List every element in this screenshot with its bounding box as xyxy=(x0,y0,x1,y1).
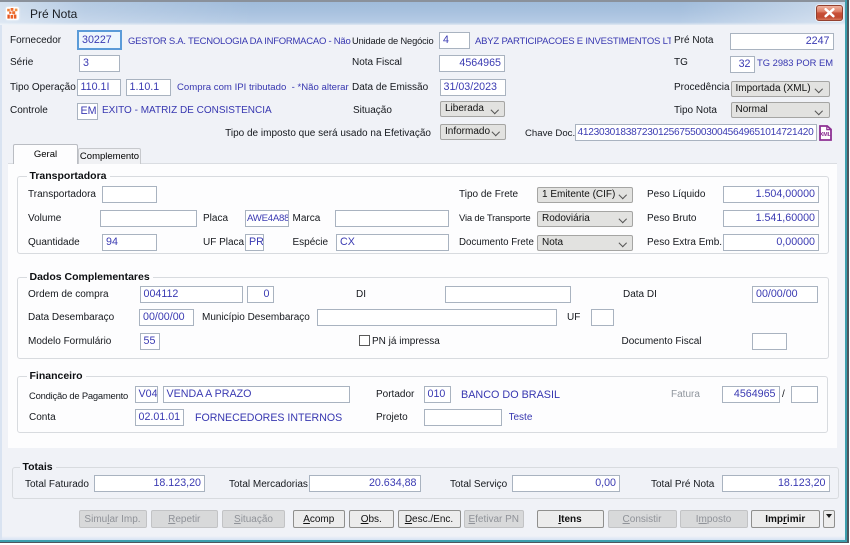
svg-text:XML: XML xyxy=(820,132,832,138)
